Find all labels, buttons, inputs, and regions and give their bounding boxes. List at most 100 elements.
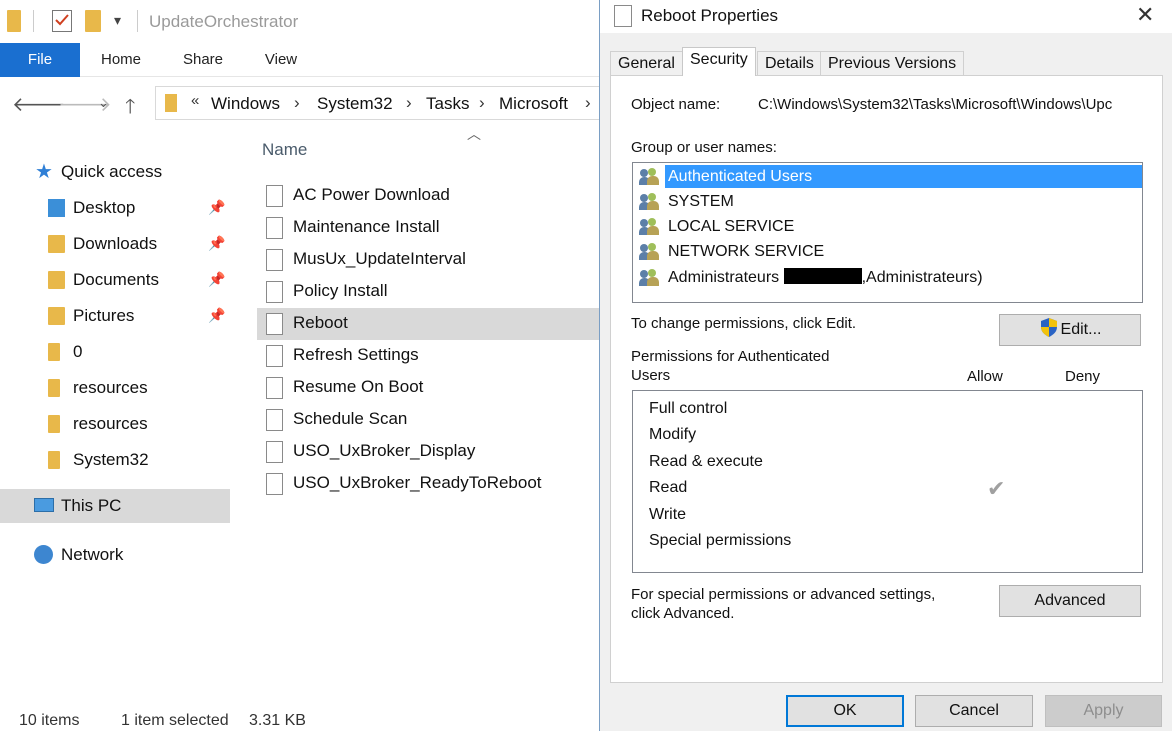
- dialog-title: Reboot Properties: [641, 6, 779, 25]
- file-icon: [266, 377, 283, 399]
- nav-label: Desktop: [73, 198, 136, 217]
- nav-item-resources[interactable]: resources: [0, 371, 230, 405]
- user-name: Authenticated Users: [665, 165, 1142, 188]
- permission-name: Write: [649, 506, 687, 523]
- file-name: Maintenance Install: [293, 217, 440, 236]
- admin-user-suffix: ,Administrateurs): [861, 269, 983, 286]
- nav-label: Quick access: [61, 162, 163, 181]
- tab-home[interactable]: Home: [90, 43, 152, 77]
- up-arrow-icon[interactable]: 🡑: [125, 92, 135, 126]
- file-list: ︿ Name AC Power Download Maintenance Ins…: [245, 126, 600, 708]
- file-row[interactable]: Refresh Settings: [257, 340, 600, 372]
- advanced-button[interactable]: Advanced: [999, 585, 1141, 617]
- selection-count: 1 item selected: [121, 712, 229, 729]
- nav-item-folder-0[interactable]: 0: [0, 335, 230, 369]
- tab-previous-versions[interactable]: Previous Versions: [820, 51, 965, 75]
- nav-label: resources: [73, 378, 148, 397]
- file-row[interactable]: AC Power Download: [257, 180, 600, 212]
- change-permissions-hint: To change permissions, click Edit.: [631, 315, 857, 332]
- file-row-selected[interactable]: Reboot: [257, 308, 600, 340]
- breadcrumb-system32[interactable]: System32: [317, 94, 393, 114]
- breadcrumb-windows[interactable]: Windows: [211, 94, 280, 114]
- tab-share[interactable]: Share: [172, 43, 234, 77]
- nav-item-documents[interactable]: Documents 📌: [0, 263, 230, 297]
- user-name: SYSTEM: [668, 193, 734, 210]
- user-name: LOCAL SERVICE: [668, 218, 795, 235]
- window-title: UpdateOrchestrator: [149, 12, 299, 31]
- ribbon-tabs: File Home Share View: [0, 43, 600, 77]
- tab-file[interactable]: File: [0, 43, 80, 77]
- edit-button[interactable]: Edit...: [999, 314, 1141, 346]
- properties-checkmark-icon[interactable]: [52, 10, 72, 32]
- file-name: Schedule Scan: [293, 409, 408, 428]
- toolbar-divider: [137, 10, 138, 32]
- user-row-authenticated-users[interactable]: Authenticated Users: [635, 164, 1142, 189]
- permissions-list[interactable]: Full control Modify Read & execute Read …: [632, 390, 1143, 573]
- uac-shield-icon: [1039, 317, 1059, 338]
- tab-view[interactable]: View: [250, 43, 312, 77]
- breadcrumb-separator-icon[interactable]: ›: [479, 93, 485, 113]
- ok-button[interactable]: OK: [786, 695, 904, 727]
- nav-quick-access[interactable]: ★ Quick access: [0, 155, 230, 189]
- permissions-for-label-line1: Permissions for Authenticated: [631, 348, 830, 365]
- folder-icon: [48, 415, 60, 433]
- file-row[interactable]: Maintenance Install: [257, 212, 600, 244]
- pin-icon: 📌: [208, 307, 226, 323]
- permission-row: Read ✔: [649, 476, 1129, 502]
- folder-icon: [48, 451, 60, 469]
- file-row[interactable]: USO_UxBroker_Display: [257, 436, 600, 468]
- users-group-icon: [639, 218, 661, 235]
- tab-security[interactable]: Security: [682, 47, 756, 76]
- permission-name: Modify: [649, 426, 697, 443]
- nav-item-pictures[interactable]: Pictures 📌: [0, 299, 230, 333]
- group-user-names-label: Group or user names:: [631, 139, 777, 156]
- user-row-administrators[interactable]: Administrateurs ,Administrateurs): [635, 265, 1142, 290]
- permission-row: Write: [649, 503, 1129, 529]
- nav-item-downloads[interactable]: Downloads 📌: [0, 227, 230, 261]
- file-row[interactable]: USO_UxBroker_ReadyToReboot: [257, 468, 600, 500]
- tab-details[interactable]: Details: [757, 51, 822, 75]
- explorer-title-bar: ▾ UpdateOrchestrator: [0, 0, 600, 42]
- status-bar: 10 items 1 item selected 3.31 KB: [0, 710, 600, 731]
- file-row[interactable]: Policy Install: [257, 276, 600, 308]
- file-row[interactable]: MusUx_UpdateInterval: [257, 244, 600, 276]
- network-icon: [34, 545, 53, 564]
- nav-item-system32[interactable]: System32: [0, 443, 230, 477]
- file-icon: [266, 217, 283, 239]
- close-icon[interactable]: ✕: [1136, 2, 1154, 28]
- user-row-system[interactable]: SYSTEM: [635, 189, 1142, 214]
- user-name: NETWORK SERVICE: [668, 243, 825, 260]
- address-bar[interactable]: « Windows › System32 › Tasks › Microsoft…: [155, 86, 600, 120]
- nav-item-this-pc[interactable]: This PC: [0, 489, 230, 523]
- permission-name: Read & execute: [649, 453, 763, 470]
- permission-name: Full control: [649, 400, 728, 417]
- breadcrumb-separator-icon[interactable]: ›: [585, 93, 591, 113]
- user-row-network-service[interactable]: NETWORK SERVICE: [635, 239, 1142, 264]
- tab-general[interactable]: General: [610, 51, 683, 75]
- user-row-local-service[interactable]: LOCAL SERVICE: [635, 214, 1142, 239]
- breadcrumb-separator-icon[interactable]: ›: [294, 93, 300, 113]
- column-header-name[interactable]: Name: [262, 140, 307, 160]
- user-list[interactable]: Authenticated Users SYSTEM LOCAL SERVICE…: [632, 162, 1143, 303]
- customize-toolbar-chevron-icon[interactable]: ▾: [114, 12, 121, 29]
- downloads-icon: [48, 235, 65, 253]
- edit-button-label: Edit...: [1060, 321, 1102, 338]
- apply-button[interactable]: Apply: [1045, 695, 1162, 727]
- file-icon: [266, 313, 283, 335]
- pictures-icon: [48, 307, 65, 325]
- recent-locations-chevron-icon[interactable]: ⌄: [98, 95, 109, 111]
- breadcrumb-separator-icon[interactable]: ›: [406, 93, 412, 113]
- file-row[interactable]: Resume On Boot: [257, 372, 600, 404]
- nav-item-desktop[interactable]: Desktop 📌: [0, 191, 230, 225]
- breadcrumb-tasks[interactable]: Tasks: [426, 94, 469, 114]
- nav-item-resources[interactable]: resources: [0, 407, 230, 441]
- breadcrumb-microsoft[interactable]: Microsoft: [499, 94, 568, 114]
- nav-label: System32: [73, 450, 149, 469]
- new-folder-icon[interactable]: [85, 10, 101, 32]
- nav-item-network[interactable]: Network: [0, 538, 230, 572]
- folder-icon: [48, 379, 60, 397]
- advanced-hint-line2: click Advanced.: [631, 605, 735, 622]
- breadcrumb-overflow[interactable]: «: [191, 92, 199, 109]
- cancel-button[interactable]: Cancel: [915, 695, 1033, 727]
- file-row[interactable]: Schedule Scan: [257, 404, 600, 436]
